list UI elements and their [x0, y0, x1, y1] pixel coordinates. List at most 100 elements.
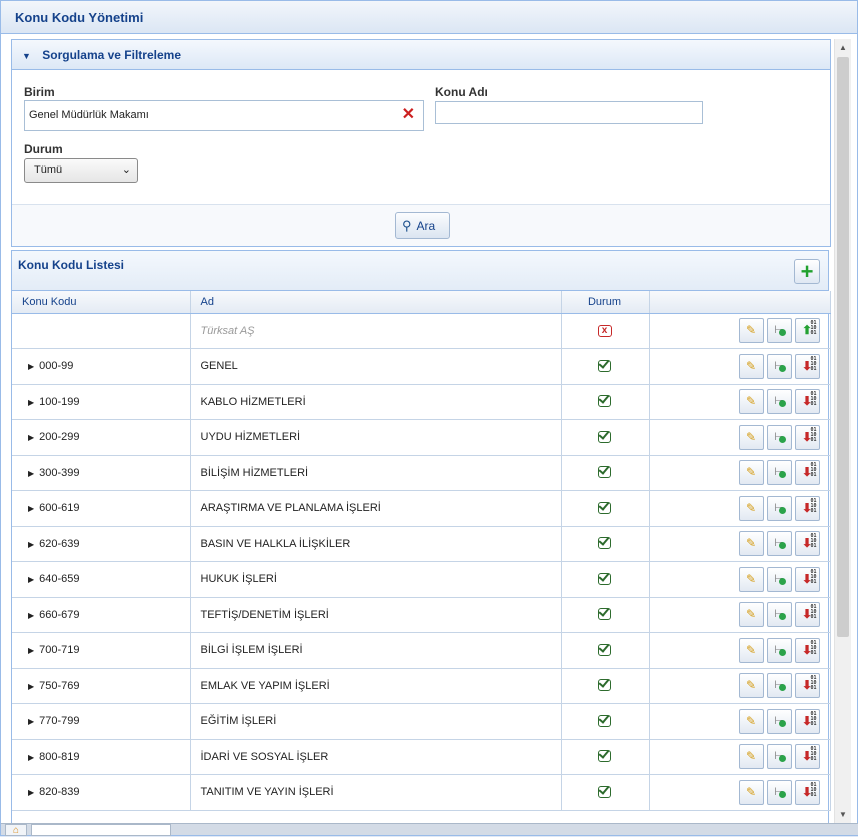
scroll-down-icon[interactable]: ▼ [835, 806, 851, 823]
name-cell: EMLAK VE YAPIM İŞLERİ [190, 668, 562, 704]
arrow-down-icon[interactable]: ⬇ 01 10 01 [794, 495, 820, 521]
column-header-name[interactable]: Ad [190, 291, 562, 314]
tree-icon[interactable]: ⊢ [766, 673, 792, 699]
scroll-up-icon[interactable]: ▲ [835, 39, 851, 56]
tree-icon[interactable]: ⊢ [766, 531, 792, 557]
row-actions: ✎ ⊢ ⬇ 01 10 01 [649, 490, 831, 527]
arrow-down-icon[interactable]: ⬇ 01 10 01 [794, 779, 820, 805]
expand-triangle-icon[interactable]: ▶ [28, 504, 34, 513]
expand-triangle-icon[interactable]: ▶ [28, 398, 34, 407]
expand-triangle-icon[interactable]: ▶ [28, 753, 34, 762]
arrow-down-icon[interactable]: ⬇ 01 10 01 [794, 673, 820, 699]
row-actions: ✎ ⊢ ⬇ 01 10 01 [649, 774, 831, 811]
expand-triangle-icon[interactable]: ▶ [28, 362, 34, 371]
tree-icon[interactable]: ⊢ [766, 566, 792, 592]
table-row[interactable]: ▶ 770-799 EĞİTİM İŞLERİ ✎ ⊢ ⬇ 01 10 01 [12, 703, 831, 740]
collapse-caret-icon[interactable]: ▼ [22, 41, 31, 71]
table-row[interactable]: ▶ 000-99 GENEL ✎ ⊢ ⬇ 01 10 01 [12, 348, 831, 385]
table-row[interactable]: ▶ 600-619 ARAŞTIRMA VE PLANLAMA İŞLERİ ✎ ⊢ ⬇ 0… [12, 490, 831, 527]
tree-icon[interactable]: ⊢ [766, 353, 792, 379]
taskbar-tab[interactable] [31, 824, 171, 836]
pencil-icon[interactable]: ✎ [738, 637, 764, 663]
table-row[interactable]: ▶ 820-839 TANITIM VE YAYIN İŞLERİ ✎ ⊢ ⬇ 01 10 01 [12, 774, 831, 811]
arrow-down-icon[interactable]: ⬇ 01 10 01 [794, 353, 820, 379]
filter-panel-header[interactable]: ▼ Sorgulama ve Filtreleme [12, 40, 830, 70]
pencil-icon[interactable]: ✎ [738, 389, 764, 415]
table-row[interactable]: ▶ 700-719 BİLGİ İŞLEM İŞLERİ ✎ ⊢ ⬇ 01 10 01 [12, 632, 831, 669]
arrow-down-icon[interactable]: ⬇ 01 10 01 [794, 424, 820, 450]
table-row[interactable]: ▶ 200-299 UYDU HİZMETLERİ ✎ ⊢ ⬇ 01 10 01 [12, 419, 831, 456]
tree-icon[interactable]: ⊢ [766, 779, 792, 805]
arrow-down-icon[interactable]: ⬇ 01 10 01 [794, 744, 820, 770]
status-cell: x [561, 313, 650, 349]
code-cell: ▶ 600-619 [12, 490, 191, 527]
tree-icon[interactable]: ⊢ [766, 460, 792, 486]
durum-select[interactable]: Tümü ⌄ [24, 158, 138, 183]
check-icon [598, 395, 611, 408]
expand-triangle-icon[interactable]: ▶ [28, 433, 34, 442]
name-cell: UYDU HİZMETLERİ [190, 419, 562, 456]
pencil-icon[interactable]: ✎ [738, 566, 764, 592]
pencil-icon[interactable]: ✎ [738, 424, 764, 450]
table-row[interactable]: ▶ 300-399 BİLİŞİM HİZMETLERİ ✎ ⊢ ⬇ 01 10 01 [12, 455, 831, 491]
tree-icon[interactable]: ⊢ [766, 602, 792, 628]
pencil-icon[interactable]: ✎ [738, 708, 764, 734]
arrow-down-icon[interactable]: ⬇ 01 10 01 [794, 531, 820, 557]
tree-icon[interactable]: ⊢ [766, 389, 792, 415]
pencil-icon[interactable]: ✎ [738, 353, 764, 379]
arrow-up-icon[interactable]: ⬆ 01 10 01 [794, 318, 820, 344]
column-header-status[interactable]: Durum [561, 291, 650, 314]
tree-icon[interactable]: ⊢ [766, 744, 792, 770]
vertical-scrollbar[interactable]: ▲ ▼ [834, 39, 851, 823]
check-icon [598, 750, 611, 763]
window-title: Konu Kodu Yönetimi [1, 1, 857, 34]
pencil-icon[interactable]: ✎ [738, 460, 764, 486]
arrow-down-icon[interactable]: ⬇ 01 10 01 [794, 566, 820, 592]
tree-icon[interactable]: ⊢ [766, 708, 792, 734]
pencil-icon[interactable]: ✎ [738, 531, 764, 557]
birim-field[interactable]: Genel Müdürlük Makamı ✕ [24, 100, 424, 131]
row-actions: ✎ ⊢ ⬇ 01 10 01 [649, 455, 831, 491]
table-row-root[interactable]: Türksat AŞ x ✎ ⊢ ⬆ 01 10 01 [12, 313, 831, 349]
pencil-icon[interactable]: ✎ [738, 673, 764, 699]
search-icon: ⚲ [402, 218, 412, 233]
arrow-down-icon[interactable]: ⬇ 01 10 01 [794, 389, 820, 415]
expand-triangle-icon[interactable]: ▶ [28, 540, 34, 549]
expand-triangle-icon[interactable]: ▶ [28, 788, 34, 797]
arrow-down-icon[interactable]: ⬇ 01 10 01 [794, 602, 820, 628]
pencil-icon[interactable]: ✎ [738, 495, 764, 521]
arrow-down-icon[interactable]: ⬇ 01 10 01 [794, 460, 820, 486]
clear-icon[interactable]: ✕ [402, 106, 415, 124]
code-cell: ▶ 700-719 [12, 632, 191, 669]
table-row[interactable]: ▶ 620-639 BASIN VE HALKLA İLİŞKİLER ✎ ⊢ ⬇ 01 10… [12, 526, 831, 562]
expand-triangle-icon[interactable]: ▶ [28, 646, 34, 655]
expand-triangle-icon[interactable]: ▶ [28, 682, 34, 691]
pencil-icon[interactable]: ✎ [738, 318, 764, 344]
home-icon[interactable]: ⌂ [5, 824, 27, 836]
table-row[interactable]: ▶ 800-819 İDARİ VE SOSYAL İŞLER ✎ ⊢ ⬇ 01 10 01 [12, 739, 831, 775]
konu-adi-input[interactable] [435, 101, 703, 124]
table-row[interactable]: ▶ 750-769 EMLAK VE YAPIM İŞLERİ ✎ ⊢ ⬇ 01 10 01 [12, 668, 831, 704]
pencil-icon[interactable]: ✎ [738, 744, 764, 770]
code-value: 700-719 [39, 644, 80, 657]
expand-triangle-icon[interactable]: ▶ [28, 575, 34, 584]
expand-triangle-icon[interactable]: ▶ [28, 717, 34, 726]
table-row[interactable]: ▶ 640-659 HUKUK İŞLERİ ✎ ⊢ ⬇ 01 10 01 [12, 561, 831, 598]
plus-icon: + [800, 259, 814, 284]
tree-icon[interactable]: ⊢ [766, 424, 792, 450]
table-row[interactable]: ▶ 660-679 TEFTİŞ/DENETİM İŞLERİ ✎ ⊢ ⬇ 01 10 01 [12, 597, 831, 633]
expand-triangle-icon[interactable]: ▶ [28, 469, 34, 478]
expand-triangle-icon[interactable]: ▶ [28, 611, 34, 620]
pencil-icon[interactable]: ✎ [738, 602, 764, 628]
tree-icon[interactable]: ⊢ [766, 637, 792, 663]
search-button[interactable]: ⚲ Ara [395, 212, 450, 239]
tree-icon[interactable]: ⊢ [766, 495, 792, 521]
add-button[interactable]: + [794, 259, 820, 284]
scroll-thumb[interactable] [837, 57, 849, 637]
column-header-code[interactable]: Konu Kodu [12, 291, 191, 314]
arrow-down-icon[interactable]: ⬇ 01 10 01 [794, 637, 820, 663]
pencil-icon[interactable]: ✎ [738, 779, 764, 805]
table-row[interactable]: ▶ 100-199 KABLO HİZMETLERİ ✎ ⊢ ⬇ 01 10 01 [12, 384, 831, 420]
tree-icon[interactable]: ⊢ [766, 318, 792, 344]
arrow-down-icon[interactable]: ⬇ 01 10 01 [794, 708, 820, 734]
